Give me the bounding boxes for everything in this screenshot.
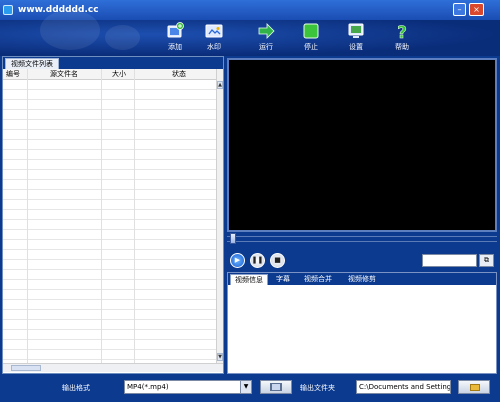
stop-playback-button[interactable]: ■ [270, 253, 285, 268]
file-list-rows[interactable] [3, 80, 216, 363]
help-button[interactable]: ? 帮助 [382, 20, 422, 56]
column-divider [101, 69, 102, 363]
play-button[interactable]: ▶ [230, 253, 245, 268]
svg-text:?: ? [397, 23, 407, 40]
stop-button[interactable]: 停止 [291, 20, 331, 56]
column-header-status[interactable]: 状态 [172, 69, 186, 80]
watermark-label: 水印 [207, 43, 221, 51]
column-header-number[interactable]: 编号 [6, 69, 20, 80]
column-divider [27, 69, 28, 363]
scroll-down-icon[interactable]: ▼ [217, 353, 223, 361]
stop-label: 停止 [304, 43, 318, 51]
file-list-panel: 视频文件列表 编号 源文件名 大小 状态 ▲ ▼ [2, 56, 224, 374]
add-label: 添加 [168, 43, 182, 51]
info-panel: 视频信息 字幕 视频合并 视频修剪 [227, 272, 497, 374]
column-header-filename[interactable]: 源文件名 [50, 69, 78, 80]
tab-video-merge[interactable]: 视频合并 [300, 274, 336, 285]
play-icon: ▶ [234, 256, 241, 264]
output-folder-field[interactable]: C:\Documents and Setting [356, 380, 451, 394]
run-button[interactable]: 运行 [246, 20, 286, 56]
column-divider [134, 69, 135, 363]
run-label: 运行 [259, 43, 273, 51]
file-list-header: 编号 源文件名 大小 状态 [3, 69, 216, 80]
app-logo-icon [3, 5, 13, 15]
add-video-icon [167, 22, 184, 38]
info-tab-bar: 视频信息 字幕 视频合并 视频修剪 [228, 273, 496, 285]
toolbar: 添加 水印 运行 停止 设置 ? 帮助 [0, 10, 500, 56]
file-list-tab-bar: 视频文件列表 [3, 57, 223, 69]
help-question-icon: ? [397, 23, 407, 40]
app-window: www.dddddd.cc – × 添加 水印 运行 停止 设置 ? 帮助 视频… [0, 0, 500, 402]
chevron-down-icon[interactable]: ▼ [240, 381, 251, 393]
film-icon [270, 383, 282, 391]
tab-file-list[interactable]: 视频文件列表 [5, 58, 59, 69]
browse-folder-button[interactable] [458, 380, 490, 394]
background-decoration [40, 10, 100, 50]
settings-monitor-icon [348, 23, 364, 38]
close-button[interactable]: × [469, 3, 484, 16]
column-header-size[interactable]: 大小 [112, 69, 126, 80]
tab-video-trim[interactable]: 视频修剪 [344, 274, 380, 285]
seek-handle[interactable] [230, 233, 236, 244]
folder-icon [470, 384, 480, 391]
copy-icon: ⧉ [484, 256, 489, 264]
scroll-up-icon[interactable]: ▲ [217, 81, 223, 89]
pause-button[interactable]: ❚❚ [250, 253, 265, 268]
video-preview[interactable] [227, 58, 497, 232]
pause-icon: ❚❚ [251, 256, 264, 264]
output-format-value: MP4(*.mp4) [127, 383, 169, 391]
seek-bar[interactable] [227, 236, 497, 242]
stop-icon: ■ [274, 256, 281, 264]
volume-field[interactable] [422, 254, 477, 267]
settings-button[interactable]: 设置 [336, 20, 376, 56]
snapshot-button[interactable]: ⧉ [479, 254, 494, 267]
output-folder-label: 输出文件夹 [300, 384, 335, 392]
settings-label: 设置 [349, 43, 363, 51]
stop-square-icon [303, 23, 319, 39]
watermark-button[interactable]: 水印 [194, 20, 234, 56]
add-button[interactable]: 添加 [155, 20, 195, 56]
minimize-button[interactable]: – [453, 3, 466, 16]
tab-subtitle[interactable]: 字幕 [272, 274, 294, 285]
horizontal-scrollbar[interactable] [3, 363, 223, 372]
output-format-select[interactable]: MP4(*.mp4) [124, 380, 252, 394]
watermark-icon [205, 24, 223, 38]
tab-video-info[interactable]: 视频信息 [230, 274, 268, 285]
output-folder-value: C:\Documents and Setting [359, 383, 451, 391]
help-label: 帮助 [395, 43, 409, 51]
background-decoration [105, 25, 140, 50]
scroll-thumb[interactable] [11, 365, 41, 371]
format-settings-button[interactable] [260, 380, 292, 394]
vertical-scrollbar[interactable]: ▲ ▼ [216, 69, 223, 363]
output-format-label: 输出格式 [62, 384, 90, 392]
run-arrow-icon [258, 23, 275, 39]
